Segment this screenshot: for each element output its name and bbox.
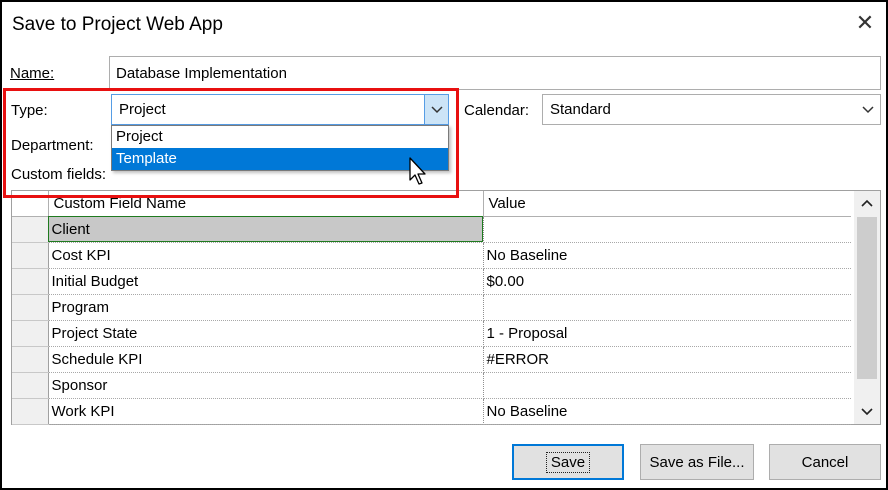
row-header[interactable]: [12, 320, 49, 347]
cell-field-name[interactable]: Initial Budget: [48, 268, 484, 295]
row-header[interactable]: [12, 268, 49, 295]
table-row[interactable]: Project State 1 - Proposal: [12, 320, 851, 347]
row-header[interactable]: [12, 398, 49, 425]
cell-field-name[interactable]: Sponsor: [48, 372, 484, 399]
row-header[interactable]: [12, 242, 49, 269]
table-row[interactable]: Work KPI No Baseline: [12, 398, 851, 425]
scroll-down-arrow-icon[interactable]: [854, 400, 880, 424]
save-as-file-button-label: Save as File...: [649, 453, 745, 471]
type-combobox[interactable]: Project: [111, 94, 449, 125]
cell-field-name[interactable]: Program: [48, 294, 484, 321]
row-header[interactable]: [12, 372, 49, 399]
cell-field-value[interactable]: No Baseline: [483, 242, 851, 269]
cell-field-value[interactable]: [483, 216, 851, 243]
column-header-name[interactable]: Custom Field Name: [48, 191, 484, 217]
type-combobox-value: Project: [119, 101, 166, 118]
cell-field-value[interactable]: 1 - Proposal: [483, 320, 851, 347]
custom-fields-grid: Custom Field Name Value Client Cost KPI …: [11, 190, 881, 425]
type-option-project[interactable]: Project: [112, 126, 448, 148]
dialog-title: Save to Project Web App: [12, 14, 223, 35]
calendar-combobox-value: Standard: [550, 101, 611, 118]
type-dropdown-list: Project Template: [111, 125, 449, 171]
cell-field-name[interactable]: Project State: [48, 320, 484, 347]
name-label-text: Name:: [10, 65, 55, 82]
calendar-combobox[interactable]: Standard: [542, 94, 881, 125]
cell-field-value[interactable]: $0.00: [483, 268, 851, 295]
row-header[interactable]: [12, 346, 49, 373]
cell-field-name[interactable]: Schedule KPI: [48, 346, 484, 373]
grid-header-row: Custom Field Name Value: [12, 191, 851, 217]
chevron-down-icon[interactable]: [862, 95, 874, 124]
department-label: Department:: [11, 137, 94, 154]
cell-field-value[interactable]: [483, 372, 851, 399]
cell-field-name[interactable]: Cost KPI: [48, 242, 484, 269]
save-button[interactable]: Save: [512, 444, 624, 480]
name-label: Name:: [10, 65, 54, 82]
save-button-label: Save: [545, 451, 591, 473]
type-option-template[interactable]: Template: [112, 148, 448, 170]
cancel-button-label: Cancel: [801, 453, 849, 471]
name-field-value: Database Implementation: [116, 64, 287, 82]
row-header[interactable]: [12, 216, 49, 243]
grid-corner: [12, 191, 49, 217]
cell-field-value[interactable]: No Baseline: [483, 398, 851, 425]
table-row[interactable]: Client: [12, 216, 851, 243]
table-row[interactable]: Schedule KPI #ERROR: [12, 346, 851, 373]
grid-vertical-scrollbar[interactable]: [854, 191, 880, 424]
save-to-pwa-dialog: Save to Project Web App ✕ Name: Database…: [0, 0, 888, 490]
calendar-label: Calendar:: [464, 102, 530, 119]
chevron-down-icon[interactable]: [424, 95, 448, 124]
custom-fields-label: Custom fields:: [11, 166, 107, 183]
cell-field-value[interactable]: #ERROR: [483, 346, 851, 373]
table-row[interactable]: Cost KPI No Baseline: [12, 242, 851, 269]
type-label: Type:: [11, 102, 48, 119]
cancel-button[interactable]: Cancel: [769, 444, 881, 480]
scroll-up-arrow-icon[interactable]: [854, 191, 880, 215]
custom-fields-table: Custom Field Name Value Client Cost KPI …: [12, 191, 851, 425]
cell-field-name[interactable]: Work KPI: [48, 398, 484, 425]
column-header-value[interactable]: Value: [483, 191, 851, 217]
table-row[interactable]: Sponsor: [12, 372, 851, 399]
table-row[interactable]: Initial Budget $0.00: [12, 268, 851, 295]
table-row[interactable]: Program: [12, 294, 851, 321]
cell-field-name[interactable]: Client: [48, 216, 484, 243]
row-header[interactable]: [12, 294, 49, 321]
scrollbar-thumb[interactable]: [857, 217, 877, 379]
name-field[interactable]: Database Implementation: [109, 56, 881, 90]
save-as-file-button[interactable]: Save as File...: [640, 444, 754, 480]
cell-field-value[interactable]: [483, 294, 851, 321]
close-icon[interactable]: ✕: [854, 11, 876, 35]
mouse-pointer-icon: [409, 157, 426, 185]
